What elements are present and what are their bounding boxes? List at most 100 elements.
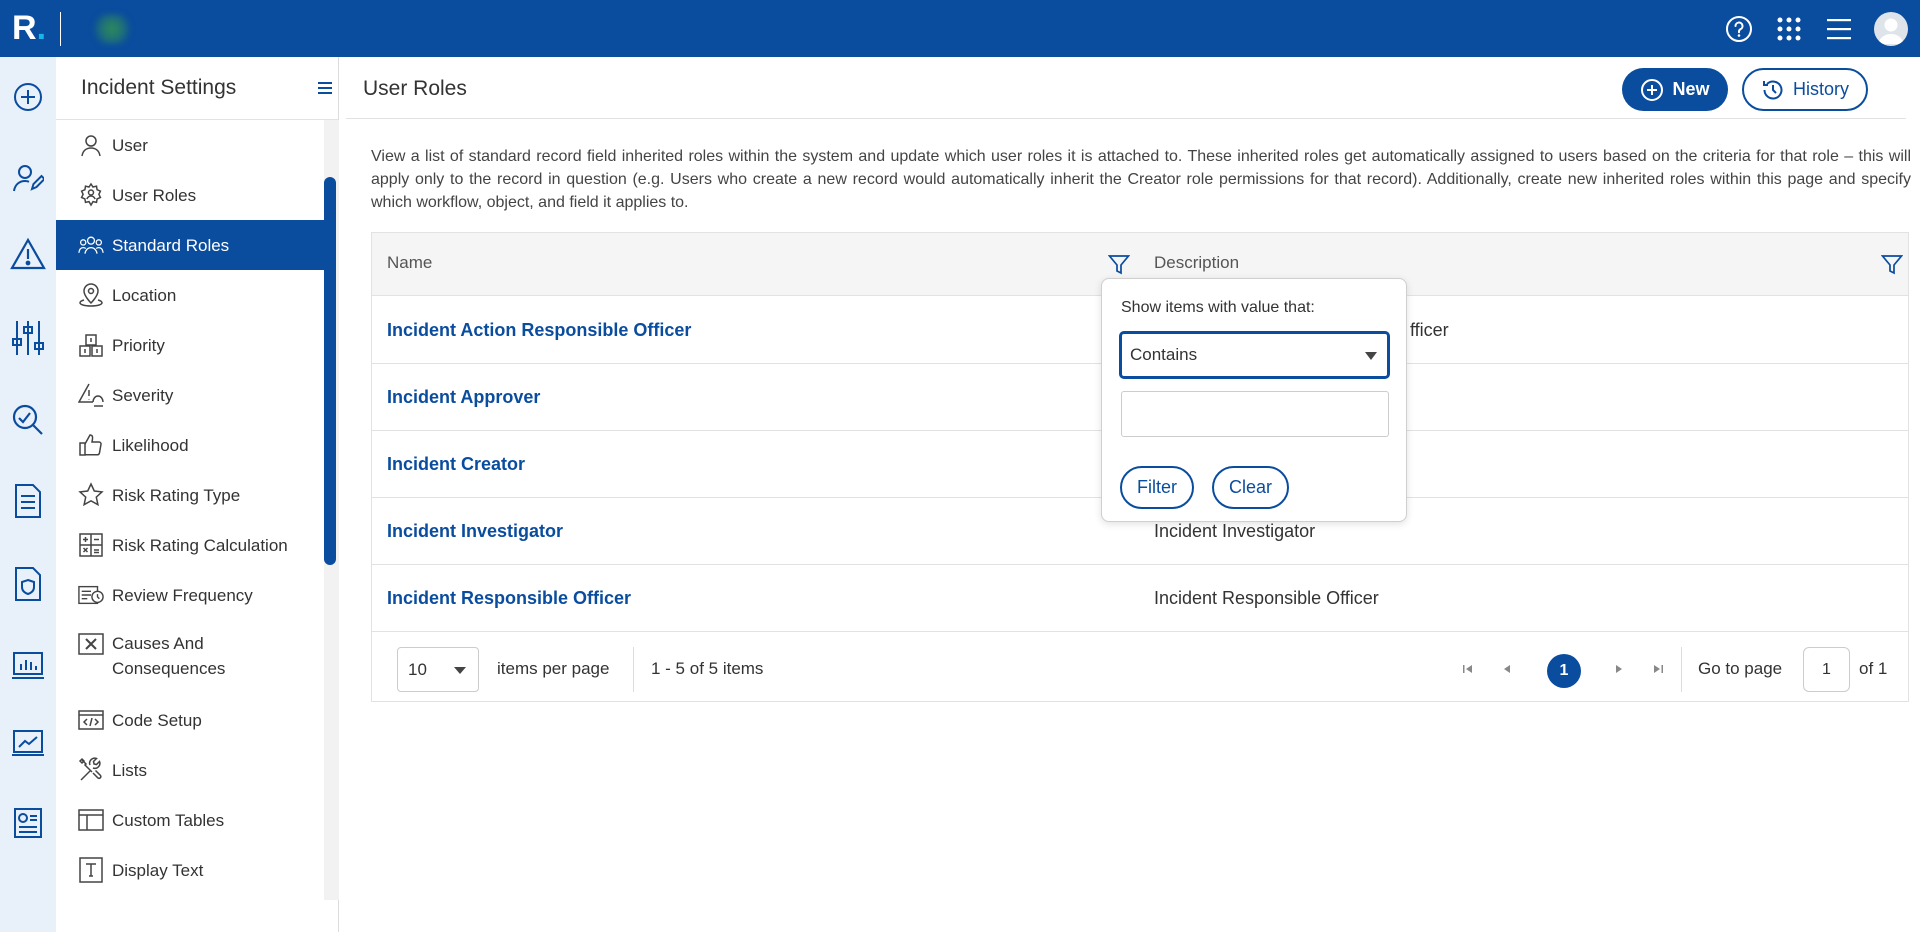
user-icon: [78, 132, 104, 158]
menu-item-likelihood[interactable]: Likelihood: [56, 420, 324, 470]
first-page-icon[interactable]: [1457, 658, 1479, 680]
clear-button[interactable]: Clear: [1212, 466, 1289, 509]
menu-item-priority[interactable]: Priority: [56, 320, 324, 370]
menu-item-risk-rating-calculation[interactable]: Risk Rating Calculation: [56, 520, 324, 570]
menu-label: Location: [112, 285, 177, 305]
bar-chart-monitor-icon[interactable]: [8, 646, 48, 686]
collapse-menu-icon[interactable]: [318, 81, 332, 100]
menu-item-review-frequency[interactable]: Review Frequency: [56, 570, 324, 620]
new-button-label: New: [1672, 79, 1710, 99]
app-logo[interactable]: R.: [12, 9, 46, 48]
filter-icon[interactable]: [1880, 254, 1904, 276]
role-name-link[interactable]: Incident Investigator: [387, 521, 563, 542]
menu-item-display-text[interactable]: Display Text: [56, 845, 324, 895]
settings-menu: User User Roles Standard Roles Location …: [56, 120, 324, 895]
menu-label: Display Text: [112, 860, 204, 880]
filter-operator-value: Contains: [1130, 345, 1198, 364]
menu-item-severity[interactable]: Severity: [56, 370, 324, 420]
menu-label: Causes And Consequences: [112, 634, 226, 678]
history-button[interactable]: History: [1742, 68, 1868, 111]
menu-item-custom-tables[interactable]: Custom Tables: [56, 795, 324, 845]
gear-user-icon: [78, 182, 104, 208]
goto-page-input[interactable]: 1: [1803, 647, 1850, 692]
menu-item-user[interactable]: User: [56, 120, 324, 170]
pager-separator: [633, 647, 634, 692]
settings-scrollbar-thumb[interactable]: [324, 177, 336, 565]
menu-item-user-roles[interactable]: User Roles: [56, 170, 324, 220]
role-name-link[interactable]: Incident Approver: [387, 387, 540, 408]
text-box-icon: [78, 857, 104, 883]
column-header-description[interactable]: Description: [1154, 253, 1239, 273]
menu-item-risk-rating-type[interactable]: Risk Rating Type: [56, 470, 324, 520]
caret-down-icon: [1365, 352, 1377, 360]
role-name-link[interactable]: Incident Creator: [387, 454, 525, 475]
organization-logo: [91, 13, 134, 44]
menu-item-code-setup[interactable]: Code Setup: [56, 695, 324, 745]
table-row[interactable]: Incident Responsible Officer Incident Re…: [372, 565, 1908, 632]
report-icon[interactable]: [8, 803, 48, 843]
filter-icon[interactable]: [1107, 254, 1131, 276]
document-shield-icon[interactable]: [8, 564, 48, 604]
menu-label: User: [112, 135, 148, 155]
role-name-link[interactable]: Incident Action Responsible Officer: [387, 320, 691, 341]
menu-item-location[interactable]: Location: [56, 270, 324, 320]
thumbs-up-icon: [78, 432, 104, 458]
filter-value-input[interactable]: [1121, 391, 1389, 437]
last-page-icon[interactable]: [1647, 658, 1669, 680]
column-header-name[interactable]: Name: [387, 253, 432, 273]
intro-text: View a list of standard record field inh…: [371, 148, 1911, 211]
hamburger-icon[interactable]: [1824, 14, 1854, 44]
star-icon: [78, 482, 104, 508]
history-clock-icon: [1762, 80, 1783, 99]
menu-item-causes-and-consequences[interactable]: Causes And Consequences: [56, 620, 324, 695]
menu-item-lists[interactable]: Lists: [56, 745, 324, 795]
trend-monitor-icon[interactable]: [8, 723, 48, 763]
page-size-select[interactable]: 10: [397, 647, 479, 692]
plus-circle-icon: [1641, 78, 1664, 101]
user-edit-icon[interactable]: [8, 158, 48, 198]
location-pin-icon: [78, 282, 104, 308]
menu-label: Review Frequency: [112, 585, 253, 605]
filter-popup-label: Show items with value that:: [1121, 299, 1315, 316]
caret-down-icon: [454, 667, 466, 674]
filter-button[interactable]: Filter: [1120, 466, 1194, 509]
apps-grid-icon[interactable]: [1774, 14, 1804, 44]
goto-page-label: Go to page: [1698, 659, 1783, 678]
menu-label: Code Setup: [112, 710, 202, 730]
top-bar-actions: [1724, 0, 1908, 57]
menu-item-standard-roles[interactable]: Standard Roles: [56, 220, 324, 270]
items-per-page-label: items per page: [497, 659, 610, 678]
previous-page-icon[interactable]: [1496, 658, 1518, 680]
warning-triangle-icon[interactable]: [8, 234, 48, 274]
pager-info: 1 - 5 of 5 items: [651, 659, 764, 678]
history-button-label: History: [1792, 79, 1849, 99]
module-rail: [0, 57, 56, 932]
filter-operator-select[interactable]: Contains: [1119, 331, 1390, 379]
menu-label: Risk Rating Calculation: [112, 535, 288, 555]
page-size-value: 10: [408, 659, 427, 679]
next-page-icon[interactable]: [1608, 658, 1630, 680]
role-name-link[interactable]: Incident Responsible Officer: [387, 588, 631, 609]
pager-separator: [1681, 647, 1682, 692]
current-page-button[interactable]: 1: [1547, 654, 1581, 688]
table-icon: [78, 807, 104, 833]
sliders-icon[interactable]: [8, 318, 48, 358]
magnifier-chart-icon[interactable]: [8, 400, 48, 440]
document-icon[interactable]: [8, 481, 48, 521]
menu-label: Lists: [112, 760, 147, 780]
user-avatar-icon[interactable]: [1874, 11, 1908, 46]
title-divider: [346, 118, 1906, 119]
help-circle-icon[interactable]: [1724, 14, 1754, 44]
logo-separator: [60, 11, 62, 46]
plus-circle-icon[interactable]: [8, 77, 48, 117]
priority-blocks-icon: [78, 332, 104, 358]
new-button[interactable]: New: [1622, 68, 1728, 111]
x-box-icon: [78, 631, 104, 657]
calculator-icon: [78, 532, 104, 558]
menu-label: User Roles: [112, 185, 197, 205]
role-description: Incident Investigator: [1154, 521, 1316, 541]
tools-icon: [78, 757, 104, 783]
settings-panel: Incident Settings User User Roles Standa…: [56, 57, 339, 932]
review-frequency-icon: [78, 582, 104, 608]
grid-pager: 10 items per page 1 - 5 of 5 items 1 Go …: [372, 633, 1908, 702]
